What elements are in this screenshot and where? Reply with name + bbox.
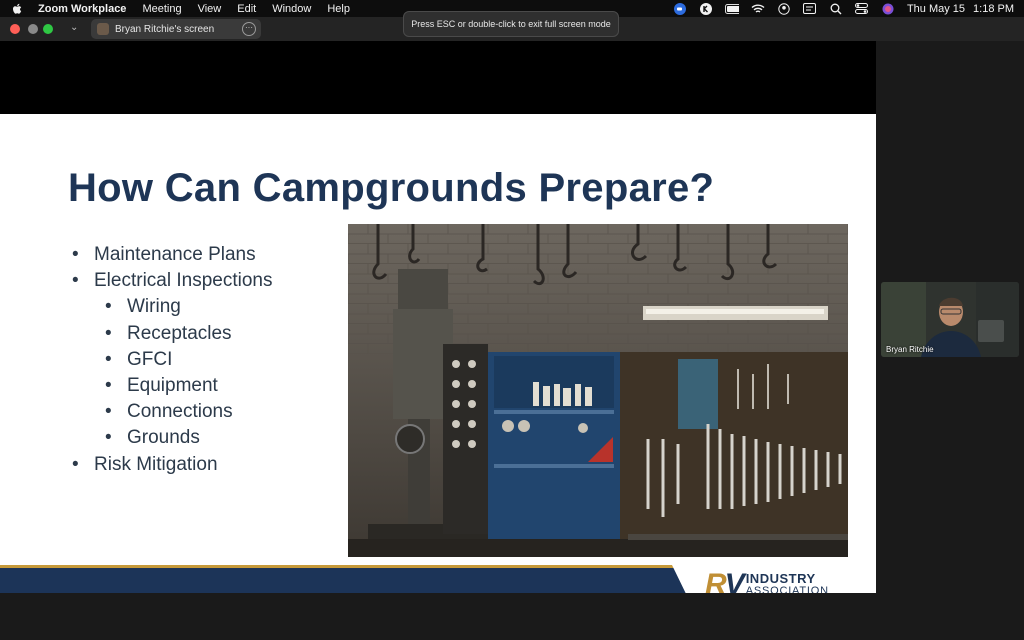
- zoom-status-icon[interactable]: [673, 2, 687, 15]
- display-icon[interactable]: [803, 3, 817, 14]
- menu-clock[interactable]: Thu May 15 1:18 PM: [907, 3, 1014, 15]
- bottom-area: [0, 593, 1024, 640]
- minimize-window-button[interactable]: [28, 24, 38, 34]
- menu-edit[interactable]: Edit: [237, 3, 256, 15]
- sub-bullet-item: Grounds: [105, 425, 272, 451]
- participant-video[interactable]: Bryan Ritchie: [881, 282, 1019, 357]
- fullscreen-notice: Press ESC or double-click to exit full s…: [403, 11, 619, 37]
- bullet-list: Maintenance Plans Electrical Inspections…: [72, 242, 272, 478]
- sub-bullet-item: Equipment: [105, 373, 272, 399]
- k-app-icon[interactable]: [699, 2, 713, 15]
- sub-bullet-item: Receptacles: [105, 321, 272, 347]
- user-icon[interactable]: [777, 2, 791, 15]
- sub-bullet-item: Wiring: [105, 294, 272, 320]
- menu-help[interactable]: Help: [327, 3, 350, 15]
- close-window-button[interactable]: [10, 24, 20, 34]
- sharer-avatar: [97, 23, 109, 35]
- bullet-item: Maintenance Plans: [72, 242, 272, 268]
- bullet-item: Risk Mitigation: [72, 452, 272, 478]
- wifi-icon[interactable]: [751, 3, 765, 14]
- chevron-down-icon[interactable]: ⌄: [70, 22, 78, 33]
- workshop-photo: [348, 224, 848, 557]
- clock-day: Thu May 15: [906, 2, 966, 15]
- menu-window[interactable]: Window: [272, 3, 311, 15]
- presentation-slide: How Can Campgrounds Prepare? Maintenance…: [0, 114, 876, 607]
- shared-screen: How Can Campgrounds Prepare? Maintenance…: [0, 41, 876, 607]
- more-options-icon[interactable]: ···: [242, 22, 256, 36]
- logo-line-1: INDUSTRY: [745, 571, 816, 586]
- siri-icon[interactable]: [881, 3, 895, 14]
- search-icon[interactable]: [829, 3, 843, 14]
- clock-time: 1:18 PM: [973, 2, 1014, 15]
- screen-share-label: Bryan Ritchie's screen: [115, 23, 215, 35]
- participant-name: Bryan Ritchie: [886, 345, 934, 354]
- control-center-icon[interactable]: [855, 3, 869, 14]
- bullet-item: Electrical Inspections: [72, 268, 272, 294]
- menu-view[interactable]: View: [198, 3, 222, 15]
- screen-share-pill[interactable]: Bryan Ritchie's screen ···: [91, 19, 261, 39]
- sub-bullet-item: GFCI: [105, 347, 272, 373]
- battery-icon[interactable]: [724, 3, 739, 14]
- menu-meeting[interactable]: Meeting: [142, 3, 181, 15]
- sub-bullet-item: Connections: [105, 399, 272, 425]
- menu-app-name[interactable]: Zoom Workplace: [38, 3, 126, 15]
- slide-title: How Can Campgrounds Prepare?: [68, 166, 715, 210]
- apple-icon[interactable]: [10, 3, 24, 15]
- fullscreen-window-button[interactable]: [43, 24, 53, 34]
